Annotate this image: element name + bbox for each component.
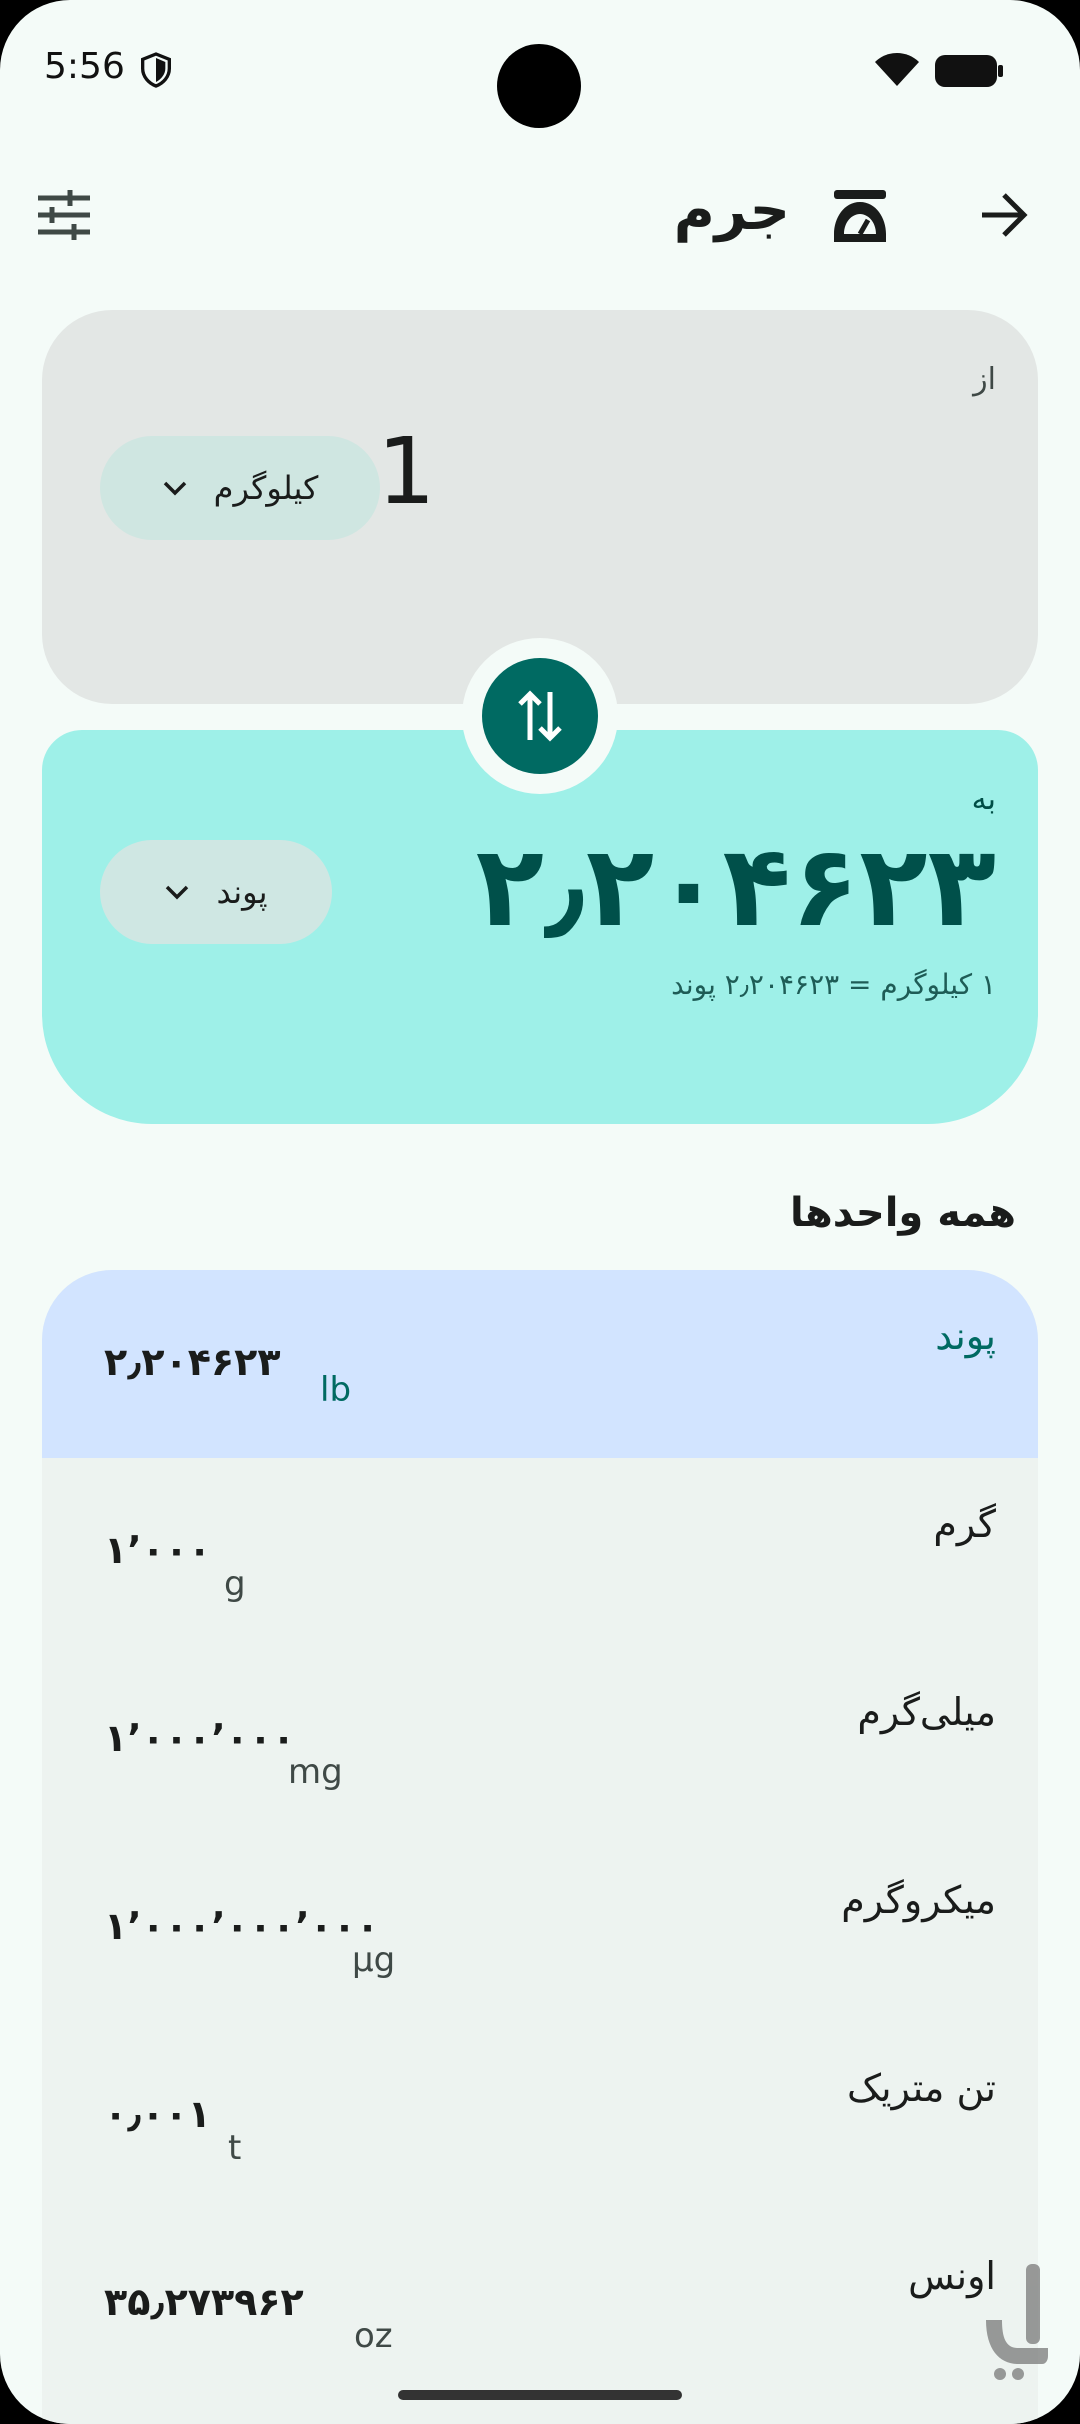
unit-name: تن متریک: [847, 2066, 996, 2110]
unit-symbol: mg: [288, 1752, 343, 1792]
to-value: ۲٫۲۰۴۶۲۳: [475, 822, 996, 952]
unit-row-ounce[interactable]: اونس ۳۵٫۲۷۳۹۶۲ oz: [42, 2210, 1038, 2398]
unit-value: ۰٫۰۰۱: [104, 2092, 211, 2136]
from-unit-label: کیلوگرم: [213, 469, 319, 507]
units-list: پوند ۲٫۲۰۴۶۲۳ lb گرم ۱٬۰۰۰ g میلی‌گرم ۱٬…: [42, 1270, 1038, 2424]
to-unit-label: پوند: [216, 873, 268, 911]
wifi-icon: [875, 53, 919, 86]
scale-icon: [834, 190, 886, 242]
chevron-down-icon: [163, 481, 186, 496]
unit-symbol: lb: [320, 1370, 352, 1410]
unit-value: ۲٫۲۰۴۶۲۳: [104, 1340, 281, 1384]
swap-vert-icon: [518, 690, 562, 742]
camera-cutout: [497, 44, 581, 128]
unit-value: ۳۵٫۲۷۳۹۶۲: [104, 2280, 304, 2324]
unit-value: ۱٬۰۰۰: [104, 1528, 212, 1572]
to-label: به: [971, 782, 996, 817]
unit-symbol: g: [224, 1564, 246, 1604]
tune-icon[interactable]: [36, 190, 92, 240]
battery-icon: [935, 55, 1003, 87]
unit-row-gram[interactable]: گرم ۱٬۰۰۰ g: [42, 1458, 1038, 1646]
page-title: جرم: [673, 178, 790, 243]
unit-name: میکروگرم: [841, 1878, 996, 1922]
swap-button[interactable]: [482, 658, 598, 774]
screen: 5:56 جرم از 1 کیلوگرم به ۲٫۲۰۴۶۲۳ ۱ کیلو…: [0, 0, 1080, 2424]
unit-name: پوند: [935, 1314, 996, 1358]
unit-name: گرم: [933, 1502, 996, 1546]
unit-value: ۱٬۰۰۰٬۰۰۰: [104, 1716, 296, 1760]
from-label: از: [973, 362, 996, 397]
unit-symbol: t: [228, 2128, 242, 2168]
unit-row-pound[interactable]: پوند ۲٫۲۰۴۶۲۳ lb: [42, 1270, 1038, 1458]
from-unit-dropdown[interactable]: کیلوگرم: [100, 436, 380, 540]
unit-row-microgram[interactable]: میکروگرم ۱٬۰۰۰٬۰۰۰٬۰۰۰ µg: [42, 1834, 1038, 2022]
unit-name: میلی‌گرم: [857, 1690, 996, 1734]
unit-value: ۱٬۰۰۰٬۰۰۰٬۰۰۰: [104, 1904, 380, 1948]
unit-row-tonne[interactable]: تن متریک ۰٫۰۰۱ t: [42, 2022, 1038, 2210]
arrow-forward-icon[interactable]: [980, 192, 1028, 238]
unit-symbol: µg: [352, 1940, 396, 1980]
from-value-input[interactable]: 1: [377, 418, 436, 525]
chevron-down-icon: [166, 885, 189, 900]
status-time: 5:56: [44, 46, 125, 87]
all-units-heading: همه واحدها: [790, 1190, 1016, 1236]
status-bar: 5:56: [0, 0, 1080, 140]
conversion-note: ۱ کیلوگرم = ۲٫۲۰۴۶۲۳ پوند: [671, 968, 996, 1001]
unit-symbol: oz: [354, 2316, 393, 2356]
store-logo-icon: [986, 2264, 1048, 2380]
top-app-bar: جرم: [0, 170, 1080, 260]
home-indicator[interactable]: [398, 2390, 682, 2400]
to-unit-dropdown[interactable]: پوند: [100, 840, 332, 944]
unit-row-milligram[interactable]: میلی‌گرم ۱٬۰۰۰٬۰۰۰ mg: [42, 1646, 1038, 1834]
shield-icon: [141, 52, 171, 88]
